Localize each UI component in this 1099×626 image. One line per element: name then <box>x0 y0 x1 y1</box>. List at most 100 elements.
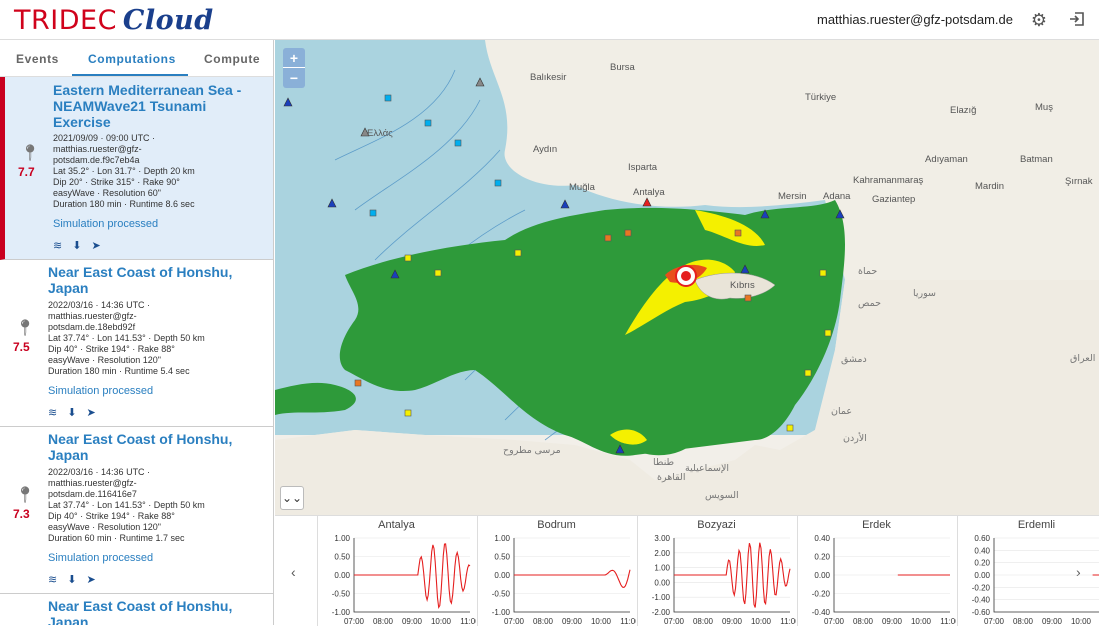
computation-card[interactable]: 📍︎ 7.5 Near East Coast of Honshu, Japan … <box>0 260 273 427</box>
computation-card[interactable]: 📍︎ 7.3 Near East Coast of Honshu, Japan … <box>0 427 273 594</box>
gauge-ytick: 1.00 <box>334 534 350 543</box>
meta-duration: Duration 180 min · Runtime 8.6 sec <box>53 199 195 209</box>
gear-icon[interactable]: ⚙ <box>1029 10 1049 30</box>
meta-location: Lat 37.74° · Lon 141.53° · Depth 50 km <box>48 333 205 343</box>
gauge-ytick: -0.50 <box>332 590 351 599</box>
meta-user-id: potsdam.de.116416e7 <box>48 489 137 499</box>
map-label: Şırnak <box>1065 176 1093 187</box>
map-label: حماة <box>858 266 878 277</box>
tab-computations[interactable]: Computations <box>88 52 176 66</box>
gauge-ytick: 0.50 <box>494 553 510 562</box>
send-icon[interactable]: ➤ <box>86 574 95 586</box>
download-icon[interactable]: ⬇ <box>67 407 76 419</box>
map-label: طنطا <box>653 457 675 468</box>
gauge-strip: ‹ › Antalya 1.00 0.50 0.00 -0.50 -1.00 07:00 08… <box>275 515 1099 626</box>
download-icon[interactable]: ⬇ <box>67 574 76 586</box>
download-icon[interactable]: ⬇ <box>72 240 81 252</box>
map-label: دمشق <box>841 354 867 365</box>
meta-model: easyWave · Resolution 60" <box>53 188 161 198</box>
gauge-chart[interactable]: Bozyazi 3.00 2.00 1.00 0.00 -1.00 -2.00 07:00 08… <box>637 516 796 626</box>
map-label: Muş <box>1035 102 1053 113</box>
gauge-chart[interactable]: Erdemli 0.60 0.40 0.20 0.00 -0.20 -0.40 -0.60 07… <box>957 516 1099 626</box>
send-icon[interactable]: ➤ <box>86 407 95 419</box>
map-label: Gaziantep <box>872 194 916 205</box>
map-label: Aydın <box>533 144 558 155</box>
map-label: Mardin <box>975 181 1005 192</box>
gauge-ytick: -0.20 <box>812 590 831 599</box>
status-text: Simulation processed <box>48 385 154 397</box>
gauge-chart[interactable]: Antalya 1.00 0.50 0.00 -0.50 -1.00 07:00 08:00 0… <box>317 516 476 626</box>
meta-location: Lat 37.74° · Lon 141.53° · Depth 50 km <box>48 500 205 510</box>
gauge-chart[interactable]: Bodrum 1.00 0.50 0.00 -0.50 -1.00 07:00 08:00 09… <box>477 516 636 626</box>
map-view[interactable]: Balıkesir Bursa Türkiye Elazığ Muş Aydın… <box>275 40 1099 515</box>
map-label: Türkiye <box>805 92 837 103</box>
gauge-plot: 3.002.001.000.00-1.00-2.0007:00 08:00 09:0… <box>652 534 796 626</box>
computation-title[interactable]: Near East Coast of Honshu, Japan <box>48 264 238 296</box>
sidebar: Events Computations Compute 📍︎ 7.7 Easte… <box>0 40 274 625</box>
logo-text-cloud: Cloud <box>122 5 214 36</box>
gauge-plot: 1.000.500.00-0.50-1.0007:00 08:00 09:00 10:… <box>332 534 476 626</box>
map-label: حمص <box>858 298 882 309</box>
gauge-ytick: 0.40 <box>974 546 990 555</box>
gauge-ytick: -0.20 <box>972 583 991 592</box>
layers-icon[interactable]: ≋ <box>48 574 57 586</box>
meta-mechanism: Dip 40° · Strike 194° · Rake 88° <box>48 511 175 521</box>
computation-title[interactable]: Near East Coast of Honshu, Japan <box>48 431 238 463</box>
meta-datetime: 2022/03/16 · 14:36 UTC · <box>48 300 151 310</box>
collapse-chevron-icon[interactable]: ⌄⌄ <box>280 486 304 510</box>
magnitude-badge: 7.5 <box>13 340 30 354</box>
magnitude-badge: 7.7 <box>18 165 35 179</box>
gauge-ytick: 0.50 <box>334 553 350 562</box>
gauge-ytick: -0.40 <box>972 596 991 605</box>
gauge-ytick: 3.00 <box>654 534 670 543</box>
layers-icon[interactable]: ≋ <box>53 240 62 252</box>
status-text: Simulation processed <box>53 218 159 230</box>
gauge-plot: 0.400.200.00-0.20-0.4007:00 08:00 09:00 10:… <box>812 534 956 626</box>
send-icon[interactable]: ➤ <box>91 240 100 252</box>
map-label: Ελλάς <box>367 128 393 139</box>
gauge-ytick: -2.00 <box>652 608 671 617</box>
card-actions: ≋ ⬇ ➤ <box>48 573 106 586</box>
gauge-chart[interactable]: Erdek 0.40 0.20 0.00 -0.20 -0.40 07:00 08:00 09:… <box>797 516 956 626</box>
gauge-ytick: -1.00 <box>332 608 351 617</box>
map-label: Adana <box>823 191 851 202</box>
gauge-plot: 0.600.400.200.00-0.20-0.40-0.6007:00 08:0… <box>972 534 1099 626</box>
tab-events[interactable]: Events <box>16 52 59 66</box>
zoom-in-button[interactable]: + <box>283 48 305 68</box>
gauge-waveform <box>354 543 471 610</box>
map-label: Batman <box>1020 154 1053 165</box>
computation-title[interactable]: Near East Coast of Honshu, Japan <box>48 598 238 625</box>
chevron-left-icon[interactable]: ‹ <box>291 564 296 580</box>
logout-icon[interactable] <box>1067 10 1087 30</box>
tab-compute[interactable]: Compute <box>204 52 260 66</box>
map-label: السويس <box>705 490 739 501</box>
gauge-ytick: 1.00 <box>654 564 670 573</box>
computation-title[interactable]: Eastern Mediterranean Sea - NEAMWave21 T… <box>53 82 243 130</box>
gauge-waveform <box>514 569 631 588</box>
tridec-cloud-logo[interactable]: TRIDEC Cloud <box>14 5 214 36</box>
user-email[interactable]: matthias.ruester@gfz-potsdam.de <box>817 12 1013 27</box>
meta-mechanism: Dip 40° · Strike 194° · Rake 88° <box>48 344 175 354</box>
meta-model: easyWave · Resolution 120" <box>48 355 161 365</box>
magnitude-badge: 7.3 <box>13 507 30 521</box>
map-label: Antalya <box>633 187 665 198</box>
zoom-out-button[interactable]: − <box>283 68 305 88</box>
meta-user: matthias.ruester@gfz- <box>48 478 137 488</box>
meta-user-id: potsdam.de.f9c7eb4a <box>53 155 140 165</box>
gauge-ytick: 0.00 <box>974 571 990 580</box>
computation-card[interactable]: 📍︎ 7.7 Eastern Mediterranean Sea - NEAMW… <box>0 77 273 260</box>
gauge-ytick: 0.00 <box>814 571 830 580</box>
gauge-ytick: 2.00 <box>654 549 670 558</box>
gauge-ytick: 1.00 <box>494 534 510 543</box>
layers-icon[interactable]: ≋ <box>48 407 57 419</box>
map-label: مرسى مطروح <box>503 445 561 456</box>
card-actions: ≋ ⬇ ➤ <box>53 239 111 252</box>
computation-card[interactable]: Near East Coast of Honshu, Japan <box>0 594 273 625</box>
gauge-ytick: 0.60 <box>974 534 990 543</box>
meta-user: matthias.ruester@gfz- <box>48 311 137 321</box>
map-label: Kıbrıs <box>730 280 755 291</box>
meta-location: Lat 35.2° · Lon 31.7° · Depth 20 km <box>53 166 195 176</box>
gauge-ytick: 0.00 <box>334 571 350 580</box>
location-pin-icon: 📍︎ <box>15 487 36 504</box>
map-label: Isparta <box>628 162 658 173</box>
